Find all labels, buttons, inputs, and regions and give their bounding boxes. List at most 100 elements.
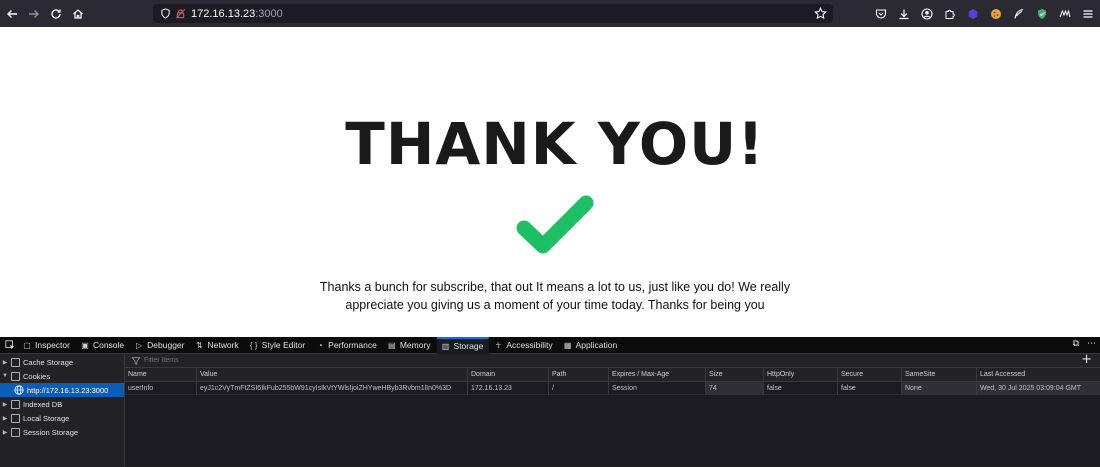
- application-icon: ▦: [563, 340, 572, 350]
- extension-button-2[interactable]: [988, 6, 1004, 22]
- shield-extension-icon: [1038, 8, 1046, 19]
- devtools-tab-list: ▢ Inspector ▣ Console ▷ Debugger ⇅ Network{ } St…: [18, 336, 624, 354]
- tree-item-cookie-host[interactable]: http://172.16.13.23:3000: [0, 383, 124, 397]
- tab-label: Style Editor: [261, 340, 306, 350]
- add-item-button[interactable]: +: [1081, 353, 1092, 367]
- table-cell[interactable]: false: [837, 381, 901, 395]
- expand-arrow-icon[interactable]: ▶: [1, 401, 9, 408]
- tab-label: Memory: [399, 340, 431, 350]
- tree-item-indexed-db[interactable]: ▶ Indexed DB: [0, 397, 124, 411]
- tab-label: Network: [207, 340, 239, 350]
- more-options-icon[interactable]: ⋯: [1087, 339, 1096, 349]
- table-cell[interactable]: eyJ1c2VyTmFtZSI6IkFub255bW91cyIsIkVtYWls…: [196, 381, 467, 395]
- collapse-arrow-icon[interactable]: ▼: [1, 373, 9, 379]
- extensions-button[interactable]: [942, 6, 958, 22]
- tab-memory[interactable]: ▤ Memory: [383, 337, 437, 354]
- extension-button-3[interactable]: [1011, 6, 1027, 22]
- back-button[interactable]: [1, 3, 23, 25]
- column-header-last-accessed[interactable]: Last Accessed: [976, 367, 1100, 382]
- column-header-path[interactable]: Path: [548, 367, 608, 382]
- shield-icon[interactable]: [158, 7, 172, 21]
- column-header-expires-max-age[interactable]: Expires / Max-Age: [608, 367, 705, 382]
- home-icon: [73, 8, 83, 19]
- tab-console[interactable]: ▣ Console: [76, 337, 130, 354]
- checkmark-icon: [516, 195, 594, 254]
- tab-label: Storage: [453, 341, 484, 351]
- tab-storage[interactable]: ▥ Storage: [436, 336, 490, 354]
- extension-button-5[interactable]: [1057, 6, 1073, 22]
- browser-toolbar: 172.16.13.23:3000: [0, 0, 1100, 27]
- tab-label: Debugger: [147, 340, 185, 350]
- tree-item-local-storage[interactable]: ▶ Local Storage: [0, 411, 124, 425]
- table-cell[interactable]: 74: [705, 381, 763, 395]
- devtools-window-controls: ⧉ ⋯: [1073, 339, 1096, 349]
- tab-style-editor[interactable]: { } Style Editor: [245, 337, 311, 354]
- column-header-value[interactable]: Value: [196, 367, 467, 382]
- column-header-domain[interactable]: Domain: [467, 367, 548, 382]
- arrow-left-icon: [7, 9, 17, 18]
- url-bar[interactable]: 172.16.13.23:3000: [153, 4, 833, 23]
- hamburger-menu-icon: [1083, 9, 1093, 18]
- reload-icon: [51, 8, 61, 19]
- filter-bar: +: [125, 353, 1100, 368]
- tab-inspector[interactable]: ▢ Inspector: [18, 337, 76, 354]
- memory-icon: ▤: [388, 340, 396, 350]
- tab-accessibility[interactable]: ☥ Accessibility: [489, 337, 558, 354]
- accessibility-icon: ☥: [495, 340, 502, 350]
- tab-application[interactable]: ▦ Application: [559, 337, 624, 354]
- table-cell[interactable]: Wed, 30 Jul 2025 03:09:04 GMT: [976, 381, 1100, 395]
- pocket-button[interactable]: [873, 6, 889, 22]
- storage-icon: [11, 357, 20, 367]
- insecure-lock-icon[interactable]: [173, 7, 187, 21]
- column-header-size[interactable]: Size: [705, 367, 763, 382]
- storage-panel: ▶ Cache Storage ▼ Cookies http://172.16.13…: [0, 353, 1100, 466]
- cookie-extension-icon: [991, 8, 1001, 19]
- forward-button[interactable]: [23, 3, 45, 25]
- url-host: 172.16.13.23: [191, 7, 256, 20]
- hexagon-extension-icon: [968, 8, 978, 19]
- tree-item-session-storage[interactable]: ▶ Session Storage: [0, 425, 124, 439]
- column-header-secure[interactable]: Secure: [837, 367, 901, 382]
- column-header-httponly[interactable]: HttpOnly: [763, 367, 837, 382]
- tree-label: Session Storage: [23, 427, 79, 437]
- url-text[interactable]: 172.16.13.23:3000: [191, 8, 283, 20]
- tab-network[interactable]: ⇅ Network: [191, 337, 245, 354]
- account-button[interactable]: [919, 6, 935, 22]
- storage-icon: [11, 413, 20, 423]
- devtools-panel: ▢ Inspector ▣ Console ▷ Debugger ⇅ Network{ } St…: [0, 336, 1100, 467]
- home-button[interactable]: [67, 3, 89, 25]
- filter-items-input[interactable]: [144, 357, 444, 364]
- table-cell[interactable]: Session: [608, 381, 705, 395]
- element-picker-button[interactable]: [2, 337, 18, 353]
- element-picker-icon: [5, 340, 15, 350]
- dock-icon[interactable]: ⧉: [1073, 339, 1079, 349]
- bookmark-star-icon[interactable]: [814, 7, 827, 20]
- tab-performance[interactable]: ◔ Performance: [311, 337, 383, 354]
- tree-item-cookies[interactable]: ▼ Cookies: [0, 369, 124, 383]
- table-cell[interactable]: 172.16.13.23: [467, 381, 548, 395]
- expand-arrow-icon[interactable]: ▶: [1, 359, 9, 366]
- debugger-icon: ▷: [136, 340, 143, 350]
- column-header-samesite[interactable]: SameSite: [901, 367, 976, 382]
- filter-icon: [131, 356, 141, 365]
- table-row[interactable]: userInfo eyJ1c2VyTmFtZSI6IkFub255bW91cyIs…: [125, 381, 1100, 395]
- tree-item-cache-storage[interactable]: ▶ Cache Storage: [0, 355, 124, 369]
- page-content: THANK YOU! Thanks a bunch for subscribe,…: [0, 27, 1100, 337]
- table-cell[interactable]: None: [901, 381, 976, 395]
- table-cell[interactable]: false: [763, 381, 837, 395]
- tab-debugger[interactable]: ▷ Debugger: [130, 337, 190, 354]
- tab-label: Accessibility: [506, 340, 553, 350]
- expand-arrow-icon[interactable]: ▶: [1, 429, 9, 436]
- column-header-name[interactable]: Name: [125, 368, 196, 382]
- storage-icon: [11, 399, 20, 409]
- table-cell[interactable]: userInfo: [125, 382, 196, 395]
- extension-button-1[interactable]: [965, 6, 981, 22]
- downloads-button[interactable]: [896, 6, 912, 22]
- url-port: :3000: [255, 7, 283, 20]
- expand-arrow-icon[interactable]: ▶: [1, 415, 9, 422]
- app-menu-button[interactable]: [1080, 6, 1096, 22]
- extension-button-4[interactable]: [1034, 6, 1050, 22]
- table-cell[interactable]: /: [548, 381, 608, 395]
- tree-label: http://172.16.13.23:3000: [27, 385, 109, 395]
- reload-button[interactable]: [45, 3, 67, 25]
